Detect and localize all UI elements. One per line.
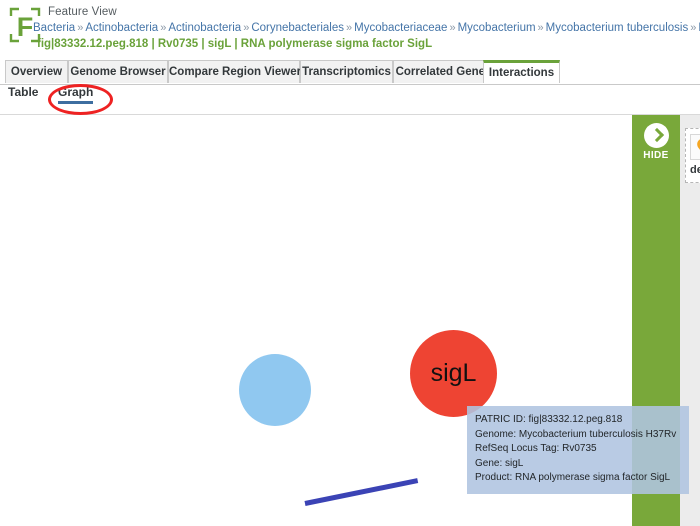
- details-card-label: deta: [690, 164, 700, 176]
- breadcrumb-item-0[interactable]: Bacteria: [33, 22, 75, 34]
- breadcrumb-separator: »: [77, 22, 84, 34]
- tooltip-line: Gene: sigL: [475, 457, 524, 469]
- tab-transcriptomics[interactable]: Transcriptomics: [300, 60, 393, 83]
- tab-label: Interactions: [488, 67, 555, 79]
- breadcrumb: Bacteria» Actinobacteria» Actinobacteria» C…: [33, 22, 700, 34]
- breadcrumb-separator: »: [346, 22, 353, 34]
- breadcrumb-separator: »: [243, 22, 250, 34]
- page-title: Feature View: [48, 6, 117, 18]
- tooltip-line: PATRIC ID: fig|83332.12.peg.818: [475, 414, 623, 425]
- sub-tab-bar: Table Graph: [0, 85, 700, 115]
- page-header: F Feature View Bacteria» Actinobacteria» A…: [0, 0, 700, 58]
- tooltip-line: RefSeq Locus Tag: Rv0735: [475, 443, 597, 455]
- breadcrumb-item-5[interactable]: Mycobacterium: [458, 22, 536, 34]
- main-tab-bar: Overview Genome Browser Compare Region Vie…: [0, 58, 700, 85]
- breadcrumb-separator: »: [160, 22, 167, 34]
- tab-genome-browser[interactable]: Genome Browser: [68, 60, 168, 83]
- breadcrumb-separator: »: [449, 22, 456, 34]
- subtab-active-underline: [58, 101, 94, 104]
- breadcrumb-separator: »: [537, 22, 544, 34]
- hide-panel-button[interactable]: HIDE: [632, 123, 680, 161]
- breadcrumb-item-3[interactable]: Corynebacteriales: [251, 22, 344, 34]
- tab-label: Transcriptomics: [302, 66, 391, 78]
- svg-text:F: F: [17, 12, 34, 42]
- subtab-table[interactable]: Table: [8, 85, 38, 104]
- graph-node-sigl-label: sigL: [430, 359, 477, 387]
- feature-identifier: fig|83332.12.peg.818 | Rv0735 | sigL | R…: [37, 38, 433, 50]
- tab-label: Overview: [10, 66, 63, 78]
- details-card[interactable]: deta: [685, 128, 700, 183]
- tooltip-line: Product: RNA polymerase sigma factor Sig…: [475, 472, 671, 484]
- breadcrumb-item-1[interactable]: Actinobacteria: [85, 22, 158, 34]
- subtab-active-underline: [8, 101, 38, 104]
- subtab-graph[interactable]: Graph: [58, 85, 94, 104]
- subtab-label: Graph: [58, 85, 94, 99]
- lightbulb-icon: [690, 134, 700, 160]
- breadcrumb-item-6[interactable]: Mycobacterium tuberculosis: [546, 22, 689, 34]
- hide-panel-label: HIDE: [643, 150, 669, 161]
- tab-correlated-genes[interactable]: Correlated Genes: [393, 60, 494, 83]
- tooltip-line: Genome: Mycobacterium tuberculosis H37Rv: [475, 428, 677, 440]
- breadcrumb-separator: »: [690, 22, 697, 34]
- graph-node-sigl[interactable]: sigL: [410, 330, 497, 417]
- chevron-right-icon: [643, 123, 669, 148]
- tab-label: Genome Browser: [70, 66, 166, 78]
- graph-edge-experimentally-verified[interactable]: [304, 478, 419, 506]
- breadcrumb-item-2[interactable]: Actinobacteria: [168, 22, 241, 34]
- tab-compare-region-viewer[interactable]: Compare Region Viewer: [168, 60, 302, 83]
- tab-interactions[interactable]: Interactions: [483, 60, 560, 83]
- tab-label: Correlated Genes: [395, 66, 492, 78]
- graph-node-microbial-protein[interactable]: [239, 354, 311, 426]
- node-detail-tooltip: PATRIC ID: fig|83332.12.peg.818 Genome: M…: [467, 406, 689, 494]
- tab-overview[interactable]: Overview: [5, 60, 68, 83]
- subtab-label: Table: [8, 85, 39, 99]
- breadcrumb-item-4[interactable]: Mycobacteriaceae: [354, 22, 447, 34]
- tab-label: Compare Region Viewer: [169, 66, 302, 78]
